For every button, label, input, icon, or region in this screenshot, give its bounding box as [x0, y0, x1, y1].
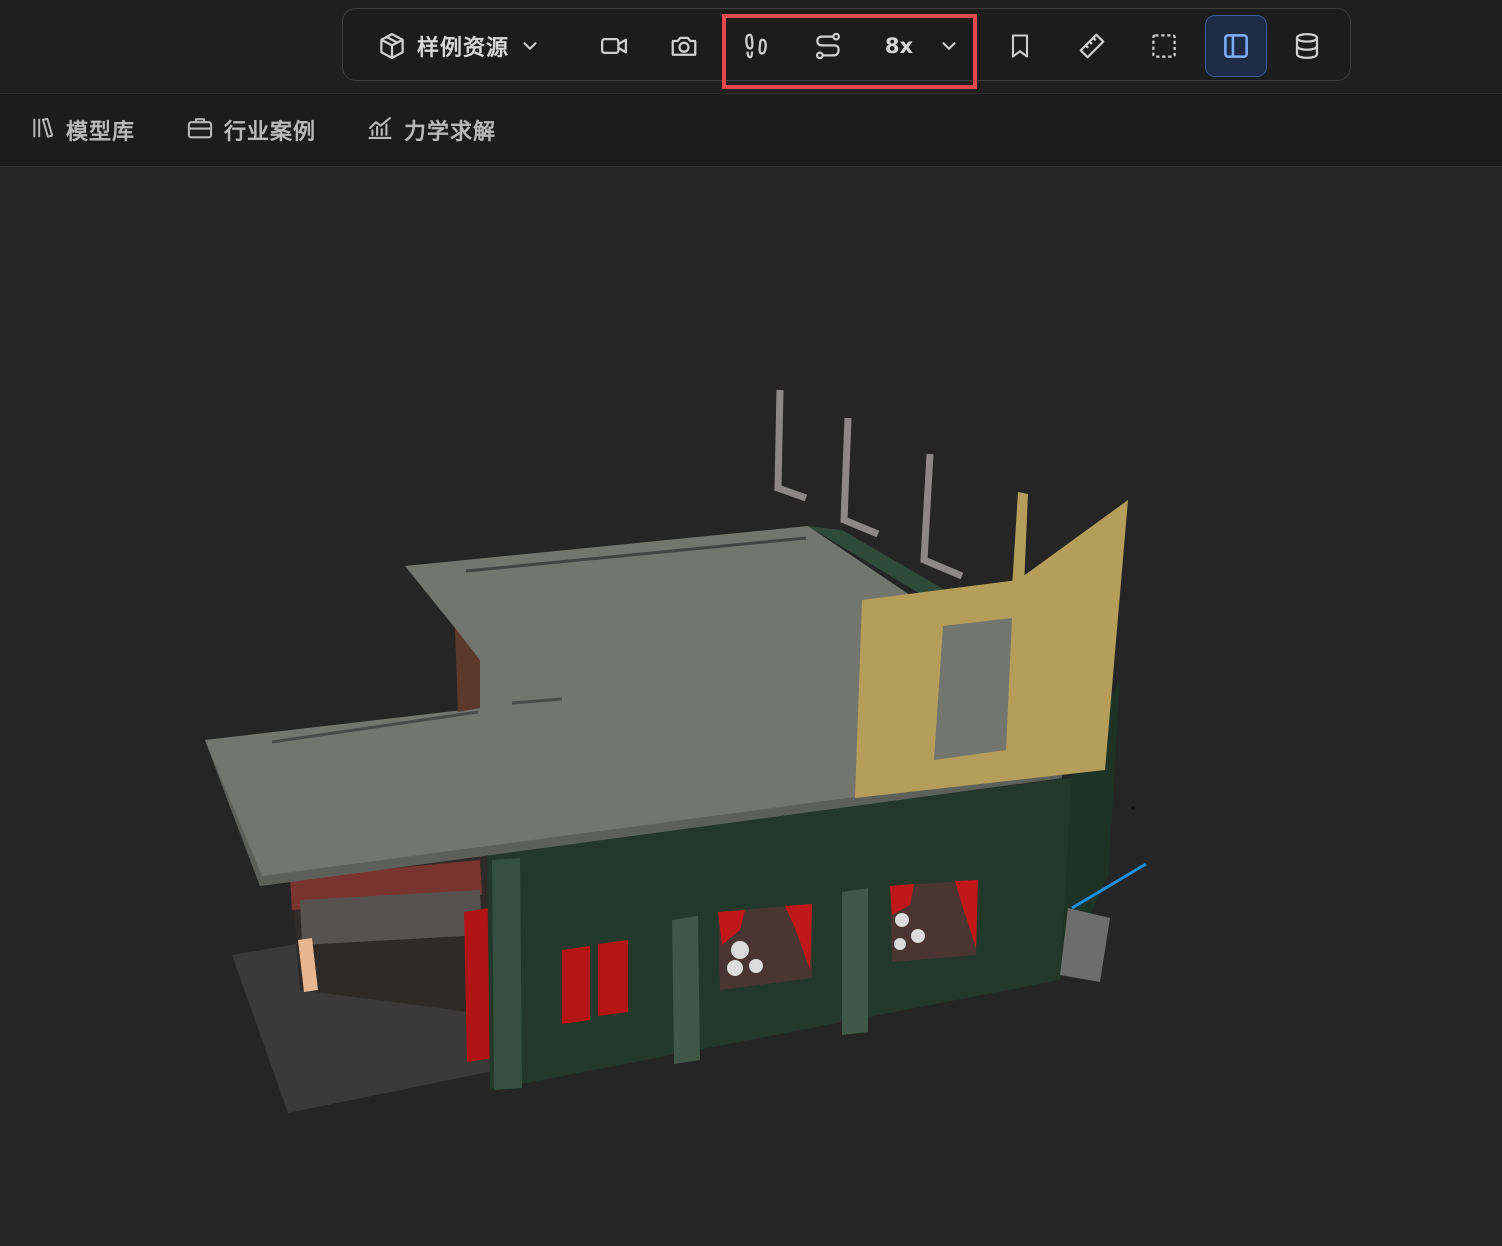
side-block	[1060, 908, 1110, 982]
main-toolbar: 样例资源 8x	[342, 8, 1351, 81]
facade-column	[842, 888, 868, 1035]
window-table	[731, 941, 749, 959]
nav-label: 力学求解	[404, 120, 497, 145]
nav-label: 模型库	[66, 120, 136, 145]
red-door-right	[598, 940, 628, 1016]
measure-button[interactable]	[1069, 23, 1115, 69]
nav-item-mechanics-solver[interactable]: 力学求解	[366, 112, 496, 148]
walk-mode-button[interactable]	[733, 23, 779, 69]
bookmark-icon	[1006, 32, 1034, 60]
nav-item-industry-cases[interactable]: 行业案例	[186, 112, 316, 148]
secondary-nav: 模型库 行业案例 力学求解	[0, 94, 1502, 167]
red-door-left	[562, 946, 590, 1024]
path-route-button[interactable]	[805, 23, 851, 69]
speed-label: 8x	[884, 34, 914, 58]
building-model	[205, 389, 1147, 1113]
railing-rod	[774, 389, 808, 502]
window-table	[895, 913, 909, 927]
top-bar: 样例资源 8x	[0, 0, 1502, 94]
library-icon	[30, 115, 56, 145]
video-icon	[599, 31, 629, 61]
speed-dropdown-button[interactable]	[931, 23, 967, 69]
speed-value[interactable]: 8x	[879, 23, 919, 69]
sidebar-panel-icon	[1221, 31, 1251, 61]
data-layer-button[interactable]	[1284, 23, 1330, 69]
railing-rod	[840, 417, 880, 538]
facade-column	[672, 916, 700, 1064]
box-select-button[interactable]	[1141, 23, 1187, 69]
nav-item-model-library[interactable]: 模型库	[30, 112, 135, 148]
chart-icon	[366, 114, 394, 146]
record-video-button[interactable]	[591, 23, 637, 69]
window-table	[894, 938, 906, 950]
briefcase-icon	[186, 114, 214, 146]
3d-viewport[interactable]	[0, 167, 1502, 1242]
footsteps-icon	[741, 31, 771, 61]
database-icon	[1292, 31, 1322, 61]
screenshot-button[interactable]	[661, 23, 707, 69]
window-table	[727, 960, 743, 976]
window-table	[911, 929, 925, 943]
chevron-down-icon	[519, 35, 541, 57]
sample-resources-label: 样例资源	[417, 36, 510, 61]
bookmark-button[interactable]	[997, 23, 1043, 69]
sample-resources-dropdown[interactable]: 样例资源	[373, 23, 553, 69]
route-icon	[813, 31, 843, 61]
nav-label: 行业案例	[224, 120, 317, 145]
box-select-icon	[1149, 31, 1179, 61]
window-table	[749, 959, 763, 973]
yellow-wall-opening	[934, 618, 1012, 760]
sidebar-panel-button[interactable]	[1205, 15, 1267, 77]
cube-icon	[377, 31, 407, 61]
ruler-icon	[1077, 31, 1107, 61]
facade-column	[492, 858, 522, 1090]
railing-rod	[920, 453, 964, 580]
scene-dot	[1131, 806, 1135, 810]
camera-icon	[669, 31, 699, 61]
chevron-down-icon	[938, 35, 960, 57]
yellow-post	[1012, 492, 1028, 588]
